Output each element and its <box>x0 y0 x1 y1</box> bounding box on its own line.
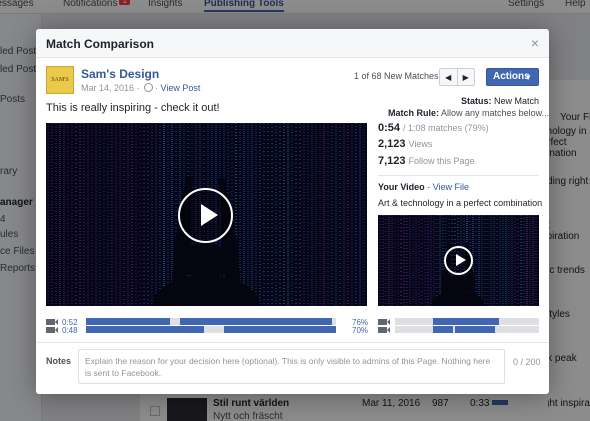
next-match-button[interactable]: ▶ <box>456 69 475 85</box>
view-file-link[interactable]: View File <box>433 182 469 192</box>
divider <box>36 342 549 343</box>
page-logo[interactable]: SAM'S <box>46 66 74 94</box>
timeline-segment <box>433 326 453 333</box>
globe-icon <box>144 83 154 92</box>
matched-detail: / 1:08 matches (79%) <box>403 123 489 133</box>
timeline-segment <box>86 326 204 333</box>
view-post-link[interactable]: View Post <box>161 83 201 93</box>
follows-label: Follow this Page <box>408 156 475 166</box>
match-pager: ◀ ▶ <box>439 68 475 86</box>
play-icon[interactable] <box>178 188 233 243</box>
post-date: Mar 14, 2016 <box>81 83 135 93</box>
match-counter: 1 of 68 New Matches <box>354 71 439 81</box>
dialog-header: Match Comparison × <box>36 29 549 58</box>
match-time-2: 0:48 <box>62 326 78 335</box>
notes-label: Notes <box>46 356 72 366</box>
status-value: New Match <box>493 96 539 106</box>
notes-textarea[interactable]: Explain the reason for your decision her… <box>78 349 505 384</box>
dialog-title: Match Comparison <box>46 37 155 51</box>
timeline-row-2: 0:48 70% <box>46 325 369 342</box>
matched-video-player[interactable] <box>46 123 367 306</box>
timeline-segment <box>433 318 499 325</box>
timeline-segment <box>180 318 332 325</box>
match-rule-value: Allow any matches below... <box>441 108 550 118</box>
notes-char-count: 0 / 200 <box>513 357 541 367</box>
page-name-link[interactable]: Sam's Design <box>81 67 159 81</box>
chevron-down-icon: ▼ <box>524 73 532 82</box>
play-icon[interactable] <box>444 246 473 275</box>
matched-time-stat: 0:54/ 1:08 matches (79%) <box>378 122 489 134</box>
match-percent-2: 70% <box>352 326 369 335</box>
match-rule: Match Rule: Allow any matches below... <box>388 108 550 118</box>
video-camera-icon <box>46 327 58 333</box>
views-stat: 2,123 Views <box>378 138 433 150</box>
views-label: Views <box>408 139 433 149</box>
your-video-description: Art & technology in a perfect combinatio… <box>378 198 543 208</box>
video-camera-icon <box>378 327 390 333</box>
match-comparison-dialog: Match Comparison × SAM'S Sam's Design Ma… <box>36 29 549 394</box>
your-timeline-row-2 <box>378 325 539 342</box>
post-caption: This is really inspiring - check it out! <box>46 102 220 114</box>
previous-match-button[interactable]: ◀ <box>440 69 457 85</box>
your-video-player[interactable] <box>378 215 539 306</box>
actions-dropdown[interactable]: Actions ▼ <box>486 68 539 86</box>
divider <box>378 175 539 176</box>
timeline-segment <box>86 318 170 325</box>
timeline-segment <box>455 326 495 333</box>
your-video-header: Your Video · View File <box>378 182 470 192</box>
timeline-segment <box>224 326 336 333</box>
follows-stat: 7,123 Follow this Page <box>378 155 475 167</box>
match-status: Status: New Match <box>460 96 539 106</box>
close-icon[interactable]: × <box>531 35 539 51</box>
post-meta: Mar 14, 2016 · · View Post <box>81 83 201 93</box>
